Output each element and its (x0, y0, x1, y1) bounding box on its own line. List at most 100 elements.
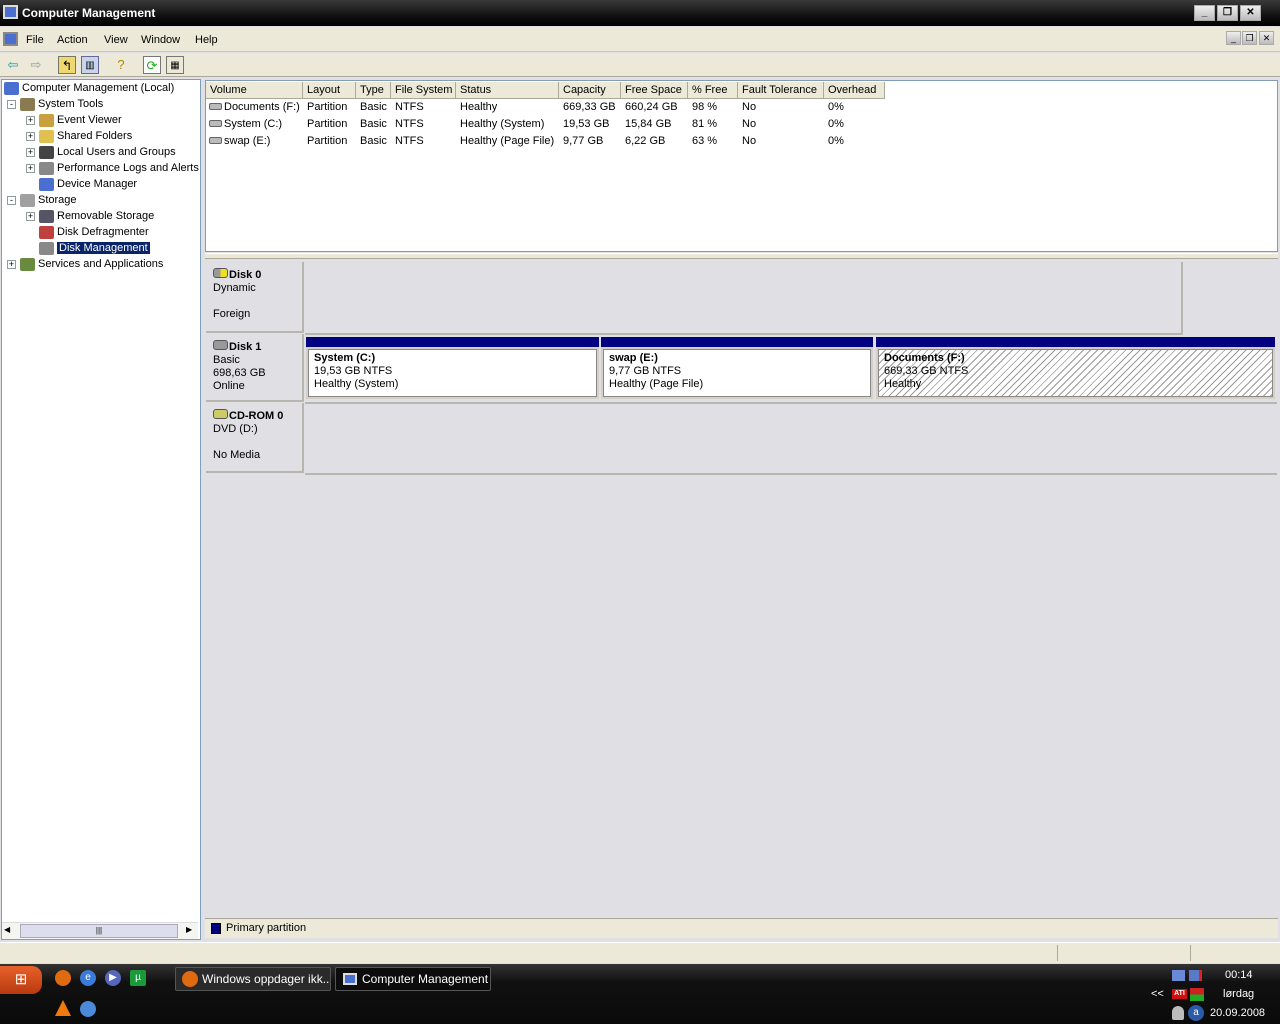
tray-app-icon[interactable] (1190, 988, 1204, 1001)
restore-button[interactable]: ❐ (1217, 5, 1238, 21)
column-header-file-system[interactable]: File System (391, 82, 456, 99)
cell-capacity: 9,77 GB (563, 135, 604, 147)
disk-label-disk-1[interactable]: Disk 1 Basic 698,63 GB Online (206, 334, 304, 402)
title-bar: Computer Management _ ❐ ✕ (0, 0, 1280, 26)
disk-state: No Media (213, 449, 261, 461)
expand-toggle[interactable]: + (26, 132, 35, 141)
tree-item-removable-storage[interactable]: Removable Storage (39, 209, 154, 224)
menu-action[interactable]: Action (57, 34, 88, 46)
scroll-left-icon[interactable]: ◀ (4, 925, 10, 934)
expand-toggle[interactable]: + (7, 260, 16, 269)
ie-quicklaunch-icon[interactable]: e (80, 970, 96, 986)
clock-time[interactable]: 00:14 (1225, 969, 1253, 981)
tree-item-event-viewer[interactable]: Event Viewer (39, 113, 122, 128)
disk-label-cd-rom-0[interactable]: CD-ROM 0 DVD (D:) No Media (206, 403, 304, 473)
tree-item-computer-management-local-[interactable]: Computer Management (Local) (4, 81, 174, 96)
tree-item-shared-folders[interactable]: Shared Folders (39, 129, 132, 144)
column-header-free-space[interactable]: Free Space (621, 82, 688, 99)
network-wireless-icon[interactable] (1172, 970, 1185, 981)
back-icon[interactable]: ⇦ (4, 56, 22, 74)
column-header-type[interactable]: Type (356, 82, 391, 99)
column-header-layout[interactable]: Layout (303, 82, 356, 99)
tree-item-services-and-applications[interactable]: Services and Applications (20, 257, 163, 272)
firefox-quicklaunch-icon[interactable] (55, 970, 71, 986)
help-icon[interactable]: ? (112, 56, 130, 74)
tree-item-device-manager[interactable]: Device Manager (39, 177, 137, 192)
column-header-volume[interactable]: Volume (206, 82, 303, 99)
forward-icon[interactable]: ⇨ (27, 56, 45, 74)
disk-state: Online (213, 380, 245, 392)
expand-toggle[interactable]: + (26, 148, 35, 157)
taskbar-button-firefox[interactable]: Windows oppdager ikk... (175, 967, 331, 991)
cell-volume: Documents (F:) (224, 101, 300, 113)
utorrent-quicklaunch-icon[interactable]: µ (130, 970, 146, 986)
itunes-quicklaunch-icon[interactable] (80, 1001, 96, 1017)
tree-item-local-users-and-groups[interactable]: Local Users and Groups (39, 145, 176, 160)
device-manager-icon (39, 177, 54, 191)
tree-item-label: Disk Management (57, 242, 150, 254)
partition-swap-e[interactable]: swap (E:) 9,77 GB NTFS Healthy (Page File) (601, 337, 873, 399)
taskbar-button-computer-management[interactable]: Computer Management (335, 967, 491, 991)
tree-item-label: Local Users and Groups (57, 146, 176, 158)
minimize-button[interactable]: _ (1194, 5, 1215, 21)
expand-toggle[interactable]: + (26, 212, 35, 221)
tree-item-disk-defragmenter[interactable]: Disk Defragmenter (39, 225, 149, 240)
volume-list: Volume Layout Type File System Status Capacit… (205, 80, 1278, 252)
expand-toggle[interactable]: + (26, 116, 35, 125)
mmc-icon[interactable] (3, 32, 18, 46)
cell-status: Healthy (Page File) (460, 135, 555, 147)
properties-icon[interactable]: ▦ (166, 56, 184, 74)
cell-fault-tolerance: No (742, 101, 757, 113)
partition-system-c[interactable]: System (C:) 19,53 GB NTFS Healthy (System) (306, 337, 599, 399)
column-header-capacity[interactable]: Capacity (559, 82, 621, 99)
menu-view[interactable]: View (104, 34, 128, 46)
show-hide-tree-icon[interactable]: ▥ (81, 56, 99, 74)
clock-day[interactable]: lørdag (1223, 988, 1254, 1000)
cell-type: Basic (360, 101, 387, 113)
scroll-right-icon[interactable]: ▶ (186, 925, 192, 934)
child-restore-button[interactable]: ❐ (1242, 31, 1257, 45)
expand-toggle[interactable]: + (26, 164, 35, 173)
scroll-thumb[interactable]: ||| (20, 924, 178, 938)
media-player-quicklaunch-icon[interactable]: ▶ (105, 970, 121, 986)
tree-item-system-tools[interactable]: System Tools (20, 97, 103, 112)
tree-item-label: System Tools (38, 98, 104, 110)
tree-item-performance-logs-and-alerts[interactable]: Performance Logs and Alerts (39, 161, 199, 176)
disk-state: Foreign (213, 308, 251, 320)
tree-horizontal-scrollbar[interactable]: ◀ ||| ▶ (2, 922, 198, 939)
child-close-button[interactable]: ✕ (1259, 31, 1274, 45)
volume-drive-icon (209, 137, 222, 144)
performance-icon (39, 161, 54, 175)
close-button[interactable]: ✕ (1240, 5, 1261, 21)
menu-window[interactable]: Window (141, 34, 180, 46)
cell-overhead: 0% (828, 135, 844, 147)
cell-overhead: 0% (828, 118, 844, 130)
column-header--free[interactable]: % Free (688, 82, 738, 99)
cell-volume: System (C:) (224, 118, 283, 130)
messenger-icon[interactable] (1172, 1006, 1184, 1020)
expand-toggle[interactable]: - (7, 196, 16, 205)
tree-item-disk-management[interactable]: Disk Management (39, 241, 150, 256)
legend-swatch-primary (211, 923, 221, 934)
network-disconnected-icon[interactable] (1189, 970, 1202, 981)
avast-icon[interactable]: a (1188, 1005, 1204, 1021)
menu-file[interactable]: File (26, 34, 44, 46)
vlc-quicklaunch-icon[interactable] (55, 1000, 71, 1016)
show-hidden-icons-button[interactable]: << (1151, 988, 1164, 1000)
up-folder-icon[interactable]: ↰ (58, 56, 76, 74)
partition-documents-f[interactable]: Documents (F:) 669,33 GB NTFS Healthy (876, 337, 1275, 399)
ati-icon[interactable]: ATI (1172, 989, 1187, 999)
column-header-status[interactable]: Status (456, 82, 559, 99)
expand-toggle[interactable]: - (7, 100, 16, 109)
refresh-icon[interactable]: ⟳ (143, 56, 161, 74)
tree-item-storage[interactable]: Storage (20, 193, 77, 208)
disk-label-disk-0[interactable]: Disk 0 Dynamic Foreign (206, 262, 304, 333)
cell-overhead: 0% (828, 101, 844, 113)
child-minimize-button[interactable]: _ (1226, 31, 1241, 45)
column-header-overhead[interactable]: Overhead (824, 82, 885, 99)
clock-date[interactable]: 20.09.2008 (1210, 1007, 1265, 1019)
computer-icon (4, 81, 19, 95)
menu-help[interactable]: Help (195, 34, 218, 46)
start-button[interactable]: ⊞ (0, 966, 42, 994)
column-header-fault-tolerance[interactable]: Fault Tolerance (738, 82, 824, 99)
